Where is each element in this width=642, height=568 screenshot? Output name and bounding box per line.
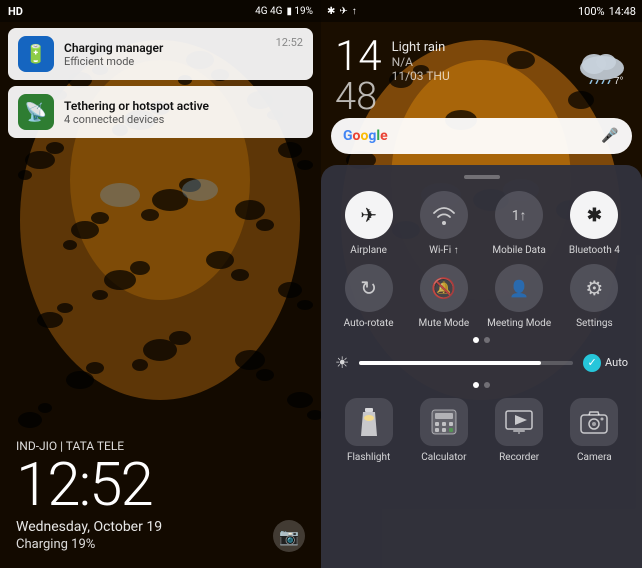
left-statusbar: HD 4G 4G ▮ 19%: [0, 0, 321, 22]
toggle-mute[interactable]: 🔕 Mute Mode: [410, 264, 478, 329]
auto-label: Auto: [605, 356, 628, 369]
temp-secondary: 48: [335, 78, 382, 116]
camera-label: Camera: [577, 452, 612, 463]
right-time: 14:48: [609, 5, 636, 18]
toggle-mobile-data[interactable]: 1↑ Mobile Data: [485, 191, 553, 256]
clock-display: 12:52: [16, 455, 305, 515]
right-status-icons: ✱ ✈ ↑: [327, 6, 357, 17]
mobile-data-toggle-circle[interactable]: 1↑: [495, 191, 543, 239]
airplane-status-icon: ✈: [339, 6, 347, 17]
notif-charging[interactable]: 🔋 Charging manager Efficient mode 12:52: [8, 28, 313, 80]
google-logo: Google: [343, 128, 388, 144]
meeting-label: Meeting Mode: [487, 318, 551, 329]
quick-settings-panel: ✈ Airplane Wi-Fi ↑ 1↑ Mobile Data ✱: [321, 165, 642, 568]
notif-charging-title: Charging manager: [64, 41, 266, 55]
panel-handle: [464, 175, 500, 179]
app-shortcuts-row: Flashlight Calculator: [321, 398, 642, 463]
toggle-airplane[interactable]: ✈ Airplane: [335, 191, 403, 256]
app-camera[interactable]: Camera: [560, 398, 628, 463]
brightness-slider[interactable]: [359, 361, 573, 365]
date-display: Wednesday, October 19: [16, 519, 305, 535]
svg-text:7°: 7°: [614, 76, 624, 84]
weather-date: 11/03 THU: [392, 69, 566, 83]
battery-icon: ▮ 19%: [286, 6, 313, 17]
bluetooth-toggle-label: Bluetooth 4: [569, 245, 620, 256]
hd-badge: HD: [8, 5, 23, 18]
meeting-circle[interactable]: 👤: [495, 264, 543, 312]
dot-1: [473, 337, 479, 343]
bluetooth-toggle-circle[interactable]: ✱: [570, 191, 618, 239]
auto-check-icon: ✓: [583, 354, 601, 372]
brightness-icon: ☀: [335, 353, 349, 372]
toggle-row-1: ✈ Airplane Wi-Fi ↑ 1↑ Mobile Data ✱: [321, 191, 642, 256]
right-panel: ✱ ✈ ↑ 100% 14:48 14 48 Light rain N/A 11…: [321, 0, 642, 568]
right-statusbar: ✱ ✈ ↑ 100% 14:48: [321, 0, 642, 22]
notifications: 🔋 Charging manager Efficient mode 12:52 …: [8, 28, 313, 144]
weather-widget: 14 48 Light rain N/A 11/03 THU 7°: [321, 26, 642, 126]
camera-icon-box[interactable]: [570, 398, 618, 446]
toggle-wifi[interactable]: Wi-Fi ↑: [410, 191, 478, 256]
weather-info: Light rain N/A 11/03 THU: [392, 36, 566, 83]
mic-icon[interactable]: 🎤: [600, 126, 620, 146]
brightness-row: ☀ ✓ Auto: [321, 353, 642, 372]
settings-circle[interactable]: ⚙: [570, 264, 618, 312]
mobile-data-toggle-label: Mobile Data: [492, 245, 545, 256]
camera-shortcut[interactable]: 📷: [273, 520, 305, 552]
recorder-icon-box[interactable]: [495, 398, 543, 446]
wifi-toggle-label: Wi-Fi ↑: [429, 245, 459, 256]
temp-main: 14: [335, 36, 382, 78]
app-recorder[interactable]: Recorder: [485, 398, 553, 463]
mute-circle[interactable]: 🔕: [420, 264, 468, 312]
weather-cloud-icon: 7°: [576, 36, 628, 88]
left-bottom: IND-JIO | TATA TELE 12:52 Wednesday, Oct…: [0, 427, 321, 568]
wifi-toggle-circle[interactable]: [420, 191, 468, 239]
signal-icons: 4G 4G: [255, 6, 282, 17]
weather-extra: N/A: [392, 55, 566, 69]
hotspot-icon: 📡: [18, 94, 54, 130]
app-calculator[interactable]: Calculator: [410, 398, 478, 463]
brightness-auto[interactable]: ✓ Auto: [583, 354, 628, 372]
dot2-2: [484, 382, 490, 388]
brightness-fill: [359, 361, 541, 365]
bluetooth-status-icon: ✱: [327, 6, 335, 17]
toggle-meeting[interactable]: 👤 Meeting Mode: [485, 264, 553, 329]
toggle-bluetooth[interactable]: ✱ Bluetooth 4: [560, 191, 628, 256]
page-dots: [321, 337, 642, 343]
google-search-bar[interactable]: Google 🎤: [331, 118, 632, 154]
airplane-toggle-label: Airplane: [350, 245, 387, 256]
left-statusbar-right: 4G 4G ▮ 19%: [255, 6, 313, 17]
settings-label: Settings: [576, 318, 613, 329]
right-statusbar-right: 100% 14:48: [578, 5, 636, 18]
toggle-row-2: ↻ Auto-rotate 🔕 Mute Mode 👤 Meeting Mode…: [321, 264, 642, 329]
calculator-icon-box[interactable]: [420, 398, 468, 446]
dot2-1: [473, 382, 479, 388]
airplane-toggle-circle[interactable]: ✈: [345, 191, 393, 239]
flashlight-label: Flashlight: [347, 452, 390, 463]
recorder-label: Recorder: [499, 452, 539, 463]
notif-hotspot-title: Tethering or hotspot active: [64, 99, 303, 113]
auto-rotate-circle[interactable]: ↻: [345, 264, 393, 312]
notif-charging-sub: Efficient mode: [64, 55, 266, 68]
toggle-settings[interactable]: ⚙ Settings: [560, 264, 628, 329]
calculator-label: Calculator: [421, 452, 466, 463]
dot-2: [484, 337, 490, 343]
auto-rotate-label: Auto-rotate: [344, 318, 394, 329]
charging-status: Charging 19%: [16, 537, 305, 552]
flashlight-icon-box[interactable]: [345, 398, 393, 446]
weather-condition: Light rain: [392, 40, 566, 55]
notif-hotspot[interactable]: 📡 Tethering or hotspot active 4 connecte…: [8, 86, 313, 138]
left-panel: HD 4G 4G ▮ 19% 🔋 Charging manager Effici…: [0, 0, 321, 568]
charging-icon: 🔋: [18, 36, 54, 72]
notif-charging-time: 12:52: [276, 36, 303, 49]
notif-hotspot-sub: 4 connected devices: [64, 113, 303, 126]
app-flashlight[interactable]: Flashlight: [335, 398, 403, 463]
toggle-auto-rotate[interactable]: ↻ Auto-rotate: [335, 264, 403, 329]
mute-label: Mute Mode: [419, 318, 470, 329]
page-dots-2: [321, 382, 642, 388]
upload-status-icon: ↑: [352, 6, 357, 17]
weather-temp-block: 14 48: [335, 36, 382, 116]
battery-full-icon: 100%: [578, 5, 605, 18]
